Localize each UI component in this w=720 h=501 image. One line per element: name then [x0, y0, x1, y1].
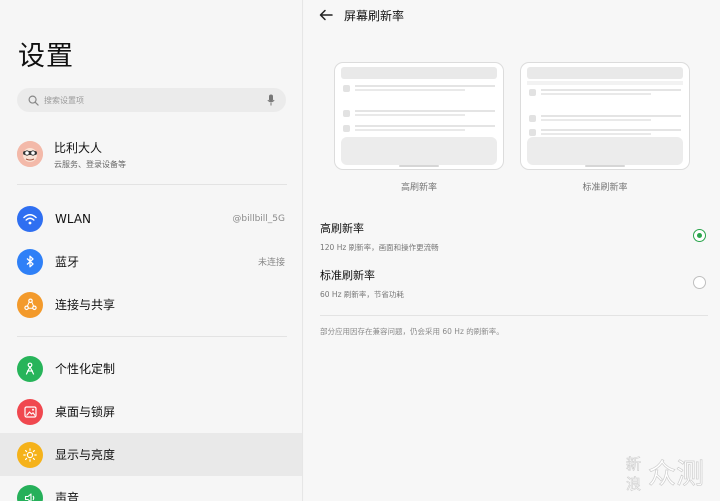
radio-selected[interactable] [693, 229, 706, 242]
divider [17, 184, 287, 185]
sidebar-item-display-brightness[interactable]: 显示与亮度 [0, 433, 302, 476]
back-arrow-icon[interactable] [318, 8, 334, 22]
sidebar-item-wlan[interactable]: WLAN @billbill_5G [0, 197, 302, 240]
search-bar[interactable]: 搜索设置项 [17, 88, 286, 112]
sidebar-item-connection-sharing[interactable]: 连接与共享 [0, 283, 302, 326]
svg-text:浪: 浪 [626, 475, 641, 493]
page-title: 设置 [18, 41, 74, 72]
wifi-icon [17, 205, 43, 232]
bluetooth-icon [17, 248, 43, 275]
sidebar-item-value: 未连接 [257, 258, 285, 268]
preview-caption: 高刷新率 [400, 183, 437, 193]
microphone-icon[interactable] [266, 94, 276, 106]
preview-caption: 标准刷新率 [582, 183, 628, 193]
sidebar-item-bluetooth[interactable]: 蓝牙 未连接 [0, 240, 302, 283]
high-refresh-preview[interactable] [334, 62, 504, 170]
account-row[interactable]: 比利大人 云服务、登录设备等 [17, 137, 287, 171]
account-subtitle: 云服务、登录设备等 [54, 159, 126, 169]
option-high-refresh[interactable]: 高刷新率 120 Hz 刷新率，画面和操作更流畅 [320, 220, 706, 256]
wallpaper-icon [17, 398, 43, 425]
option-standard-refresh[interactable]: 标准刷新率 60 Hz 刷新率，节省功耗 [320, 267, 706, 303]
sidebar-item-sound[interactable]: 声音 [0, 476, 302, 501]
brightness-icon [17, 441, 43, 468]
option-title: 高刷新率 [320, 222, 364, 235]
standard-refresh-preview[interactable] [520, 62, 690, 170]
svg-text:新: 新 [626, 455, 641, 473]
sidebar-item-personalization[interactable]: 个性化定制 [0, 347, 302, 390]
avatar [17, 141, 43, 167]
compatibility-note: 部分应用因存在兼容问题，仍会采用 60 Hz 的刷新率。 [320, 327, 504, 336]
top-bar: 屏幕刷新率 [304, 0, 720, 30]
refresh-rate-panel: 屏幕刷新率 高刷新率 标准刷新率 高刷新率 120 Hz 刷新率，画面和操作更流… [304, 0, 720, 501]
page-title: 屏幕刷新率 [344, 8, 405, 23]
personalize-icon [17, 355, 43, 382]
account-name: 比利大人 [54, 140, 103, 155]
option-description: 60 Hz 刷新率，节省功耗 [320, 290, 404, 299]
watermark-logo: 新 浪 众测 [626, 455, 704, 493]
sidebar-item-label: 蓝牙 [55, 255, 80, 269]
sidebar-item-label: 显示与亮度 [55, 448, 116, 462]
settings-sidebar: 设置 搜索设置项 比利大人 云服务、登录设备等 WLAN @billbill_5… [0, 0, 303, 501]
divider [17, 336, 287, 337]
sidebar-item-value: @billbill_5G [232, 213, 285, 224]
search-input[interactable]: 搜索设置项 [44, 95, 266, 106]
option-description: 120 Hz 刷新率，画面和操作更流畅 [320, 243, 439, 252]
sidebar-item-label: 声音 [55, 491, 80, 501]
radio-unselected[interactable] [693, 276, 706, 289]
svg-text:众测: 众测 [648, 457, 704, 490]
sidebar-item-label: 桌面与锁屏 [55, 405, 116, 419]
sidebar-item-desktop-lockscreen[interactable]: 桌面与锁屏 [0, 390, 302, 433]
option-title: 标准刷新率 [320, 269, 375, 282]
search-icon [27, 94, 39, 106]
sidebar-item-label: 连接与共享 [55, 298, 116, 312]
sound-icon [17, 484, 43, 501]
share-icon [17, 291, 43, 318]
sidebar-item-label: 个性化定制 [55, 362, 116, 376]
sidebar-item-label: WLAN [55, 211, 92, 226]
divider [320, 315, 708, 316]
